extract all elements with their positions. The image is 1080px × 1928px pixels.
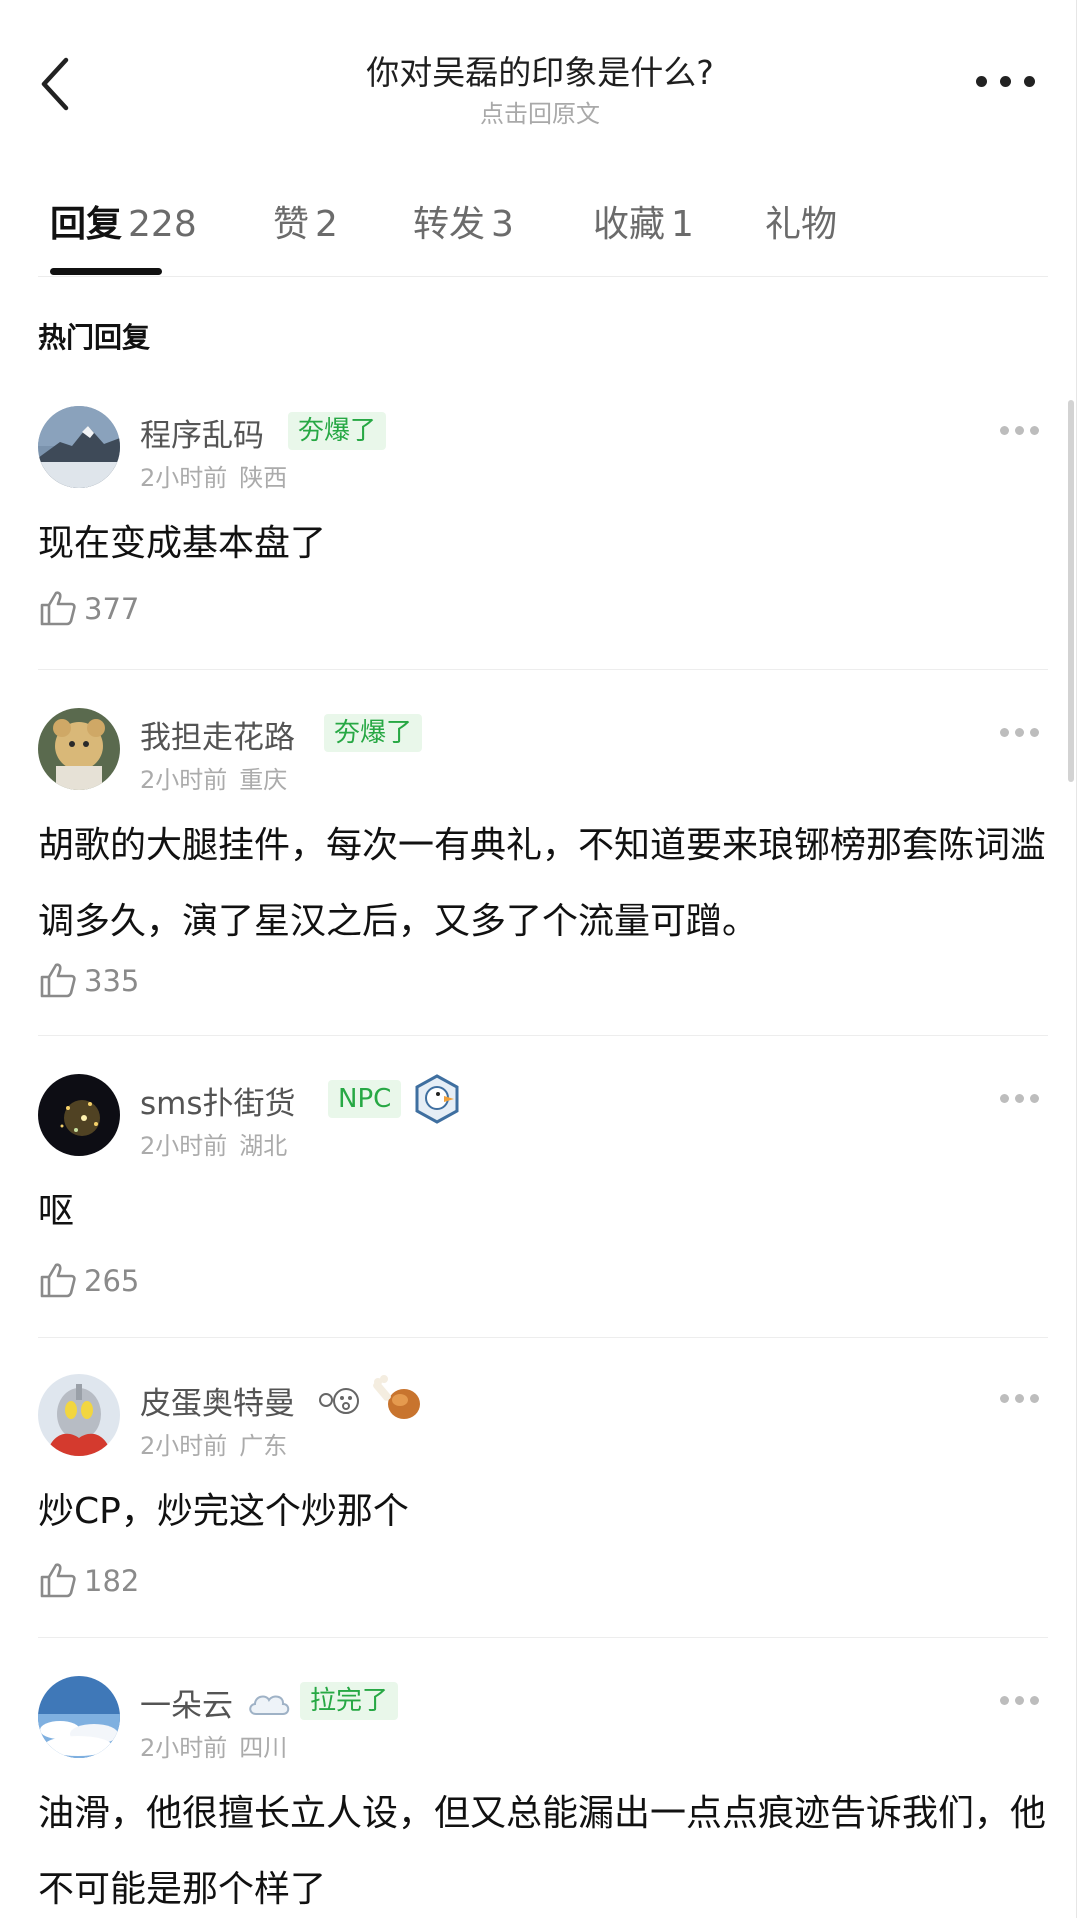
emoji-icon (319, 1388, 359, 1414)
like-count: 182 (84, 1564, 140, 1598)
more-horizontal-icon[interactable] (1000, 1094, 1042, 1106)
page-title: 你对吴磊的印象是什么? (366, 53, 714, 92)
location: 湖北 (239, 1132, 288, 1160)
more-horizontal-icon[interactable] (1000, 1696, 1042, 1708)
avatar[interactable] (38, 708, 120, 790)
timestamp: 2小时前 (140, 464, 228, 492)
comment-text: 炒CP，炒完这个炒那个 (38, 1491, 409, 1532)
like-count: 265 (84, 1264, 140, 1298)
timestamp: 2小时前 (140, 1132, 228, 1160)
more-horizontal-icon[interactable] (1000, 728, 1042, 740)
comment-text: 现在变成基本盘了 (38, 523, 327, 564)
comment-meta: 2小时前 广东 (140, 1426, 287, 1461)
location: 四川 (239, 1734, 288, 1762)
location: 广东 (239, 1432, 288, 1460)
drumstick-icon (373, 1375, 420, 1419)
tab-reposts[interactable]: 转发 3 (413, 195, 514, 247)
thumbs-up-icon (40, 1263, 76, 1298)
thumbs-up-icon (40, 963, 76, 998)
like-count: 377 (84, 592, 140, 626)
comment-meta: 2小时前 重庆 (140, 760, 287, 795)
comment-text: 胡歌的大腿挂件，每次一有典礼，不知道要来琅铘榜那套陈词滥调多久，演了星汉之后，又… (38, 825, 1047, 942)
username[interactable]: sms扑街货 (140, 1078, 296, 1123)
tab-likes[interactable]: 赞2 (273, 195, 338, 247)
tab-replies[interactable]: 回复 228 (50, 195, 197, 247)
divider (38, 1337, 1048, 1338)
avatar[interactable] (38, 406, 120, 488)
divider (38, 1637, 1048, 1638)
divider (38, 669, 1048, 670)
like-count: 335 (84, 964, 140, 998)
cloud-icon (249, 1695, 290, 1715)
rating-badge: NPC (328, 1080, 402, 1118)
avatar[interactable] (38, 1074, 120, 1156)
thumbs-up-icon (40, 1563, 76, 1598)
username[interactable]: 程序乱码 (140, 410, 264, 455)
timestamp: 2小时前 (140, 1734, 228, 1762)
more-horizontal-icon[interactable] (976, 70, 1036, 94)
location: 陕西 (239, 464, 288, 492)
thumbs-up-icon (40, 591, 76, 626)
username[interactable]: 一朵云 (140, 1680, 233, 1725)
divider (38, 1035, 1048, 1036)
more-horizontal-icon[interactable] (1000, 1394, 1042, 1406)
timestamp: 2小时前 (140, 1432, 228, 1460)
section-title-hot-replies: 热门回复 (38, 321, 151, 354)
more-horizontal-icon[interactable] (1000, 426, 1042, 438)
username[interactable]: 皮蛋奥特曼 (140, 1378, 295, 1423)
scrollbar[interactable] (1068, 400, 1074, 782)
divider (1076, 0, 1077, 1918)
username[interactable]: 我担走花路 (140, 712, 295, 757)
top-bar: 你对吴磊的印象是什么? 点击回原文 (0, 0, 1080, 130)
comment-text: 油滑，他很擅长立人设，但又总能漏出一点点痕迹告诉我们，他不可能是那个样了 (38, 1793, 1047, 1910)
comment-meta: 2小时前 四川 (140, 1728, 287, 1763)
comment-text: 呕 (38, 1191, 75, 1232)
tab-bar: 回复 228 赞2 转发 3 收藏 1 礼物 (50, 195, 1050, 255)
location: 重庆 (239, 766, 288, 794)
rating-badge: 夯爆了 (288, 412, 387, 450)
avatar[interactable] (38, 1374, 120, 1456)
divider (38, 276, 1048, 277)
tab-gifts[interactable]: 礼物 (765, 195, 837, 247)
comment-meta: 2小时前 湖北 (140, 1126, 287, 1161)
back-to-original-link[interactable]: 点击回原文 (0, 94, 1080, 129)
timestamp: 2小时前 (140, 766, 228, 794)
tab-favorites[interactable]: 收藏 1 (593, 195, 694, 247)
active-tab-indicator (50, 268, 162, 275)
rating-badge: 夯爆了 (324, 714, 423, 752)
duck-hexagon-icon (415, 1074, 459, 1124)
comment-meta: 2小时前 陕西 (140, 458, 287, 493)
avatar[interactable] (38, 1676, 120, 1758)
rating-badge: 拉完了 (300, 1682, 399, 1720)
